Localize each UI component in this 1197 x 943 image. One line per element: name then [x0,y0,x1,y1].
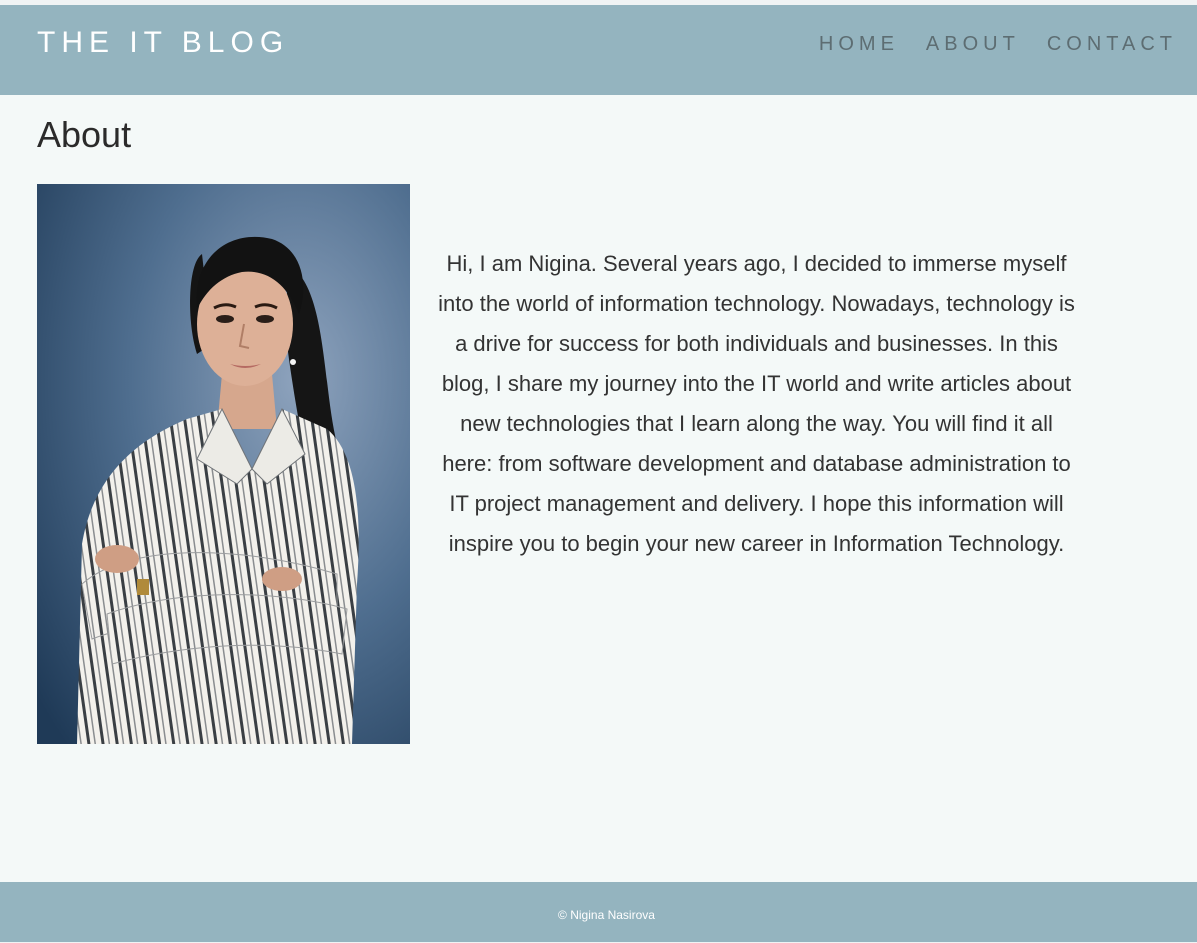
nav-link-home[interactable]: HOME [819,33,899,56]
about-bio-text: Hi, I am Nigina. Several years ago, I de… [438,251,1075,556]
page-title: About [37,114,132,155]
nav-link-about[interactable]: ABOUT [926,33,1020,56]
footer-copyright: © Nigina Nasirova [558,908,655,922]
site-header: THE IT BLOG HOME ABOUT CONTACT [0,5,1197,95]
portrait-illustration [37,184,410,744]
nav-link-contact[interactable]: CONTACT [1047,33,1177,56]
site-brand[interactable]: THE IT BLOG [37,26,289,60]
main-nav: HOME ABOUT CONTACT [792,33,1177,56]
site-footer: © Nigina Nasirova [0,882,1197,942]
portrait-photo [37,184,410,744]
